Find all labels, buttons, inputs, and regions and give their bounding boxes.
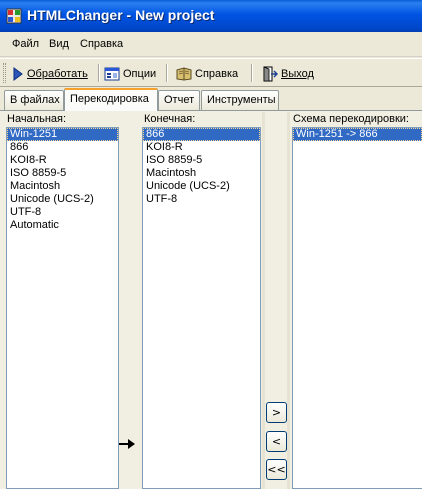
list-item[interactable]: ISO 8859-5 [7, 167, 118, 180]
help-button-label: Справка [195, 68, 239, 80]
right-arrow-icon [119, 439, 135, 449]
list-item[interactable]: Automatic [7, 219, 118, 232]
list-item[interactable]: 866 [143, 128, 260, 141]
menu-help[interactable]: Справка [80, 38, 123, 50]
source-encoding-label: Начальная: [7, 113, 67, 125]
remove-all-mappings-button[interactable]: << [266, 459, 287, 480]
list-item[interactable]: KOI8-R [143, 141, 260, 154]
splitter[interactable] [262, 112, 265, 489]
splitter[interactable] [287, 112, 290, 489]
options-button-label: Опции [123, 68, 157, 80]
tab-recoding[interactable]: Перекодировка [64, 88, 158, 111]
list-item[interactable]: UTF-8 [143, 193, 260, 206]
target-encoding-list[interactable]: 866 KOI8-R ISO 8859-5 Macintosh Unicode … [142, 127, 261, 489]
tab-report[interactable]: Отчет [158, 90, 200, 110]
list-item[interactable]: Win-1251 -> 866 [293, 128, 422, 141]
list-item[interactable]: 866 [7, 141, 118, 154]
tab-tools[interactable]: Инструменты [201, 90, 279, 110]
tab-in-files[interactable]: В файлах [4, 90, 64, 110]
list-item[interactable]: Macintosh [7, 180, 118, 193]
help-button[interactable]: Справка [176, 63, 238, 85]
add-mapping-button[interactable]: > [266, 402, 287, 423]
scheme-label: Схема перекодировки: [293, 113, 409, 125]
list-item[interactable]: UTF-8 [7, 206, 118, 219]
toolbar: Обработать Опции Справка Выход [0, 58, 422, 87]
list-item[interactable]: Unicode (UCS-2) [7, 193, 118, 206]
toolbar-grip[interactable] [3, 63, 6, 83]
source-encoding-list[interactable]: Win-1251 866 KOI8-R ISO 8859-5 Macintosh… [6, 127, 119, 489]
exit-button-label: Выход [281, 68, 314, 80]
list-item[interactable]: Win-1251 [7, 128, 118, 141]
options-icon [104, 67, 120, 81]
list-item[interactable]: Macintosh [143, 167, 260, 180]
menu-bar: Файл Вид Справка [0, 32, 422, 57]
process-button-label: Обработать [27, 68, 88, 80]
htmlchanger-app-icon [6, 8, 22, 24]
book-icon [176, 67, 192, 81]
remove-mapping-button[interactable]: < [266, 431, 287, 452]
menu-file[interactable]: Файл [12, 38, 39, 50]
exit-button[interactable]: Выход [262, 63, 314, 85]
toolbar-separator [251, 64, 253, 82]
exit-door-icon [263, 66, 278, 82]
list-item[interactable]: ISO 8859-5 [143, 154, 260, 167]
list-item[interactable]: Unicode (UCS-2) [143, 180, 260, 193]
target-encoding-label: Конечная: [144, 113, 196, 125]
options-button[interactable]: Опции [104, 63, 156, 85]
tab-strip: В файлах Перекодировка Отчет Инструменты [0, 88, 422, 111]
process-button[interactable]: Обработать [12, 63, 88, 85]
title-bar[interactable]: HTMLChanger - New project [0, 0, 422, 32]
menu-view[interactable]: Вид [49, 38, 69, 50]
list-item[interactable]: KOI8-R [7, 154, 118, 167]
toolbar-separator [98, 64, 100, 82]
scheme-list[interactable]: Win-1251 -> 866 [292, 127, 422, 489]
window-title: HTMLChanger - New project [27, 7, 215, 23]
toolbar-separator [166, 64, 168, 82]
play-arrow-icon [13, 67, 23, 81]
